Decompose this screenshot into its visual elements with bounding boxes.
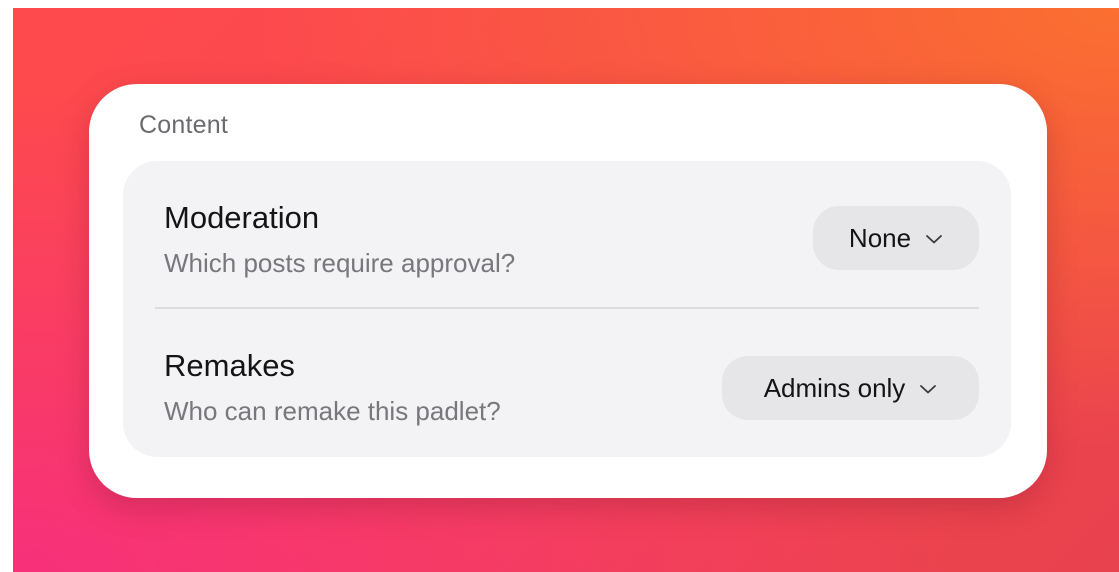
moderation-description: Which posts require approval? — [164, 248, 516, 278]
moderation-dropdown-value: None — [848, 222, 912, 253]
settings-panel: Moderation Which posts require approval?… — [123, 161, 1011, 457]
remakes-dropdown-value: Admins only — [763, 372, 906, 403]
moderation-setting-row: Moderation Which posts require approval?… — [123, 161, 1011, 309]
remakes-setting-row: Remakes Who can remake this padlet? Admi… — [123, 309, 1011, 457]
remakes-title: Remakes — [164, 348, 295, 383]
section-title: Content — [139, 111, 228, 139]
remakes-description: Who can remake this padlet? — [164, 396, 501, 426]
settings-card: Content Moderation Which posts require a… — [89, 84, 1047, 498]
chevron-down-icon — [925, 232, 943, 244]
chevron-down-icon — [919, 382, 937, 394]
moderation-dropdown[interactable]: None — [813, 206, 979, 270]
moderation-title: Moderation — [164, 200, 320, 235]
remakes-dropdown[interactable]: Admins only — [722, 356, 979, 420]
